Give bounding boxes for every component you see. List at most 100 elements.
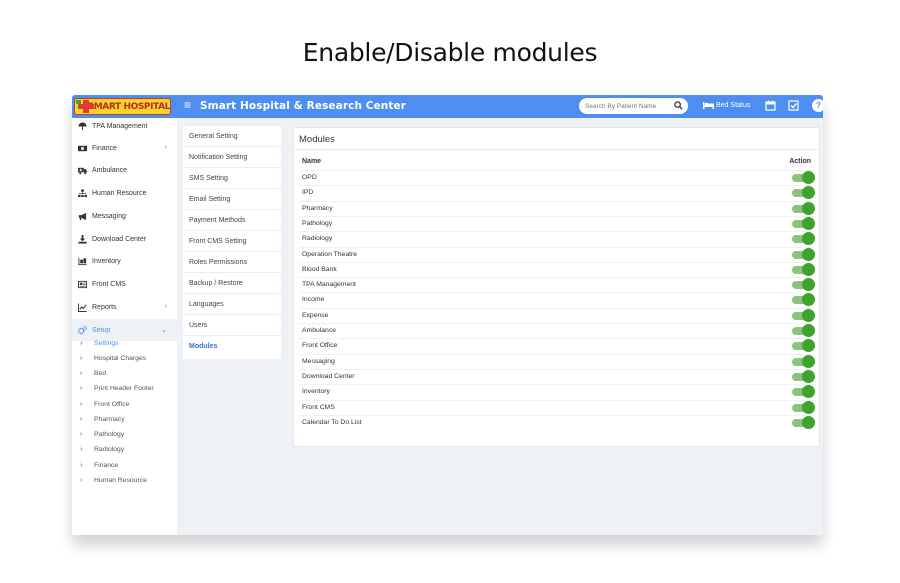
sidebar-item-download-center[interactable]: Download Center bbox=[72, 228, 177, 250]
settings-link-notification-setting[interactable]: Notification Setting bbox=[183, 147, 281, 168]
toggle-knob bbox=[802, 278, 815, 292]
settings-link-general-setting[interactable]: General Setting bbox=[183, 126, 281, 147]
sidebar-subitem-label: Human Resource bbox=[94, 477, 147, 484]
sidebar-subitem-label: Pathology bbox=[94, 431, 125, 438]
search-input[interactable] bbox=[585, 100, 669, 112]
app-logo[interactable]: SMART HOSPITAL bbox=[74, 98, 171, 115]
sidebar-subitem-pharmacy[interactable]: › Pharmacy bbox=[80, 412, 175, 427]
module-toggle[interactable] bbox=[792, 262, 816, 276]
sidebar-subitem-pathology[interactable]: › Pathology bbox=[80, 427, 175, 442]
module-toggle[interactable] bbox=[792, 415, 816, 429]
module-toggle[interactable] bbox=[792, 247, 816, 261]
money-icon bbox=[78, 145, 87, 151]
module-name: OPD bbox=[302, 174, 317, 181]
bed-icon bbox=[703, 102, 714, 109]
settings-link-roles-permissions[interactable]: Roles Permissions bbox=[183, 252, 281, 273]
table-row: Calendar To Do List bbox=[299, 414, 816, 430]
module-name: Expense bbox=[302, 311, 329, 319]
sidebar-item-human-resource[interactable]: Human Resource bbox=[72, 182, 177, 204]
sidebar-subitem-label: Bed bbox=[94, 370, 107, 377]
module-toggle[interactable] bbox=[792, 201, 816, 215]
module-toggle[interactable] bbox=[792, 400, 816, 414]
sidebar-subitem-finance[interactable]: › Finance bbox=[80, 458, 175, 473]
settings-link-backup-restore[interactable]: Backup / Restore bbox=[183, 273, 281, 294]
settings-link-modules[interactable]: Modules bbox=[183, 336, 281, 357]
module-toggle[interactable] bbox=[792, 354, 816, 368]
module-toggle[interactable] bbox=[792, 385, 816, 399]
hamburger-menu-icon[interactable]: ≡ bbox=[184, 98, 191, 112]
search-icon[interactable] bbox=[674, 101, 683, 110]
sidebar-item-label: Human Resource bbox=[92, 189, 147, 197]
table-row: Front Office bbox=[299, 338, 816, 353]
table-row: Blood Bank bbox=[299, 261, 816, 277]
sidebar-item-inventory[interactable]: Inventory bbox=[72, 250, 177, 272]
task-check-icon[interactable] bbox=[788, 100, 799, 111]
column-header-name: Name bbox=[302, 158, 322, 165]
table-row: Income bbox=[299, 292, 816, 307]
module-name: Download Center bbox=[302, 372, 355, 380]
toggle-knob bbox=[802, 308, 815, 322]
module-toggle[interactable] bbox=[792, 232, 816, 246]
module-toggle[interactable] bbox=[792, 171, 816, 184]
module-name: Radiology bbox=[302, 235, 333, 243]
module-toggle[interactable] bbox=[792, 278, 816, 292]
settings-link-email-setting[interactable]: Email Setting bbox=[183, 189, 281, 210]
sidebar-subitem-human-resource[interactable]: › Human Resource bbox=[80, 473, 175, 488]
sidebar-item-label: Front CMS bbox=[92, 280, 126, 288]
module-name: Inventory bbox=[302, 388, 330, 396]
table-row: Pathology bbox=[299, 215, 816, 231]
sidebar-subitem-label: Hospital Charges bbox=[94, 355, 147, 362]
chevron-left-icon: ‹ bbox=[164, 303, 167, 310]
table-row: OPD bbox=[299, 170, 816, 185]
toggle-knob bbox=[802, 232, 815, 246]
sidebar-subitem-bed[interactable]: › Bed bbox=[80, 366, 175, 381]
module-toggle[interactable] bbox=[792, 324, 816, 337]
table-row: Messaging bbox=[299, 353, 816, 369]
sidebar-subitem-label: Finance bbox=[94, 462, 119, 469]
sitemap-icon bbox=[78, 188, 87, 197]
column-header-action: Action bbox=[789, 158, 811, 165]
sidebar-subitem-label: Settings bbox=[94, 340, 119, 347]
toggle-knob bbox=[802, 385, 815, 399]
settings-link-sms-setting[interactable]: SMS Setting bbox=[183, 168, 281, 189]
bed-status-button[interactable]: Bed Status bbox=[703, 101, 750, 109]
sidebar-item-front-cms[interactable]: Front CMS bbox=[72, 273, 177, 295]
download-icon bbox=[78, 234, 87, 244]
settings-link-users[interactable]: Users bbox=[183, 315, 281, 336]
module-toggle[interactable] bbox=[792, 308, 816, 322]
module-toggle[interactable] bbox=[792, 186, 816, 200]
toggle-knob bbox=[802, 369, 815, 383]
settings-link-languages[interactable]: Languages bbox=[183, 294, 281, 315]
table-row: Pharmacy bbox=[299, 200, 816, 216]
page-heading: Enable/Disable modules bbox=[302, 38, 598, 67]
sidebar-item-finance[interactable]: Finance ‹ bbox=[72, 137, 177, 159]
sidebar-item-label: Inventory bbox=[92, 257, 121, 265]
module-toggle[interactable] bbox=[792, 216, 816, 230]
sidebar: TPA Management Finance ‹ Ambulance Human… bbox=[72, 118, 177, 535]
toggle-knob bbox=[802, 354, 815, 368]
calendar-icon[interactable] bbox=[765, 100, 776, 111]
sidebar-subitem-label: Radiology bbox=[94, 446, 125, 453]
module-name: TPA Management bbox=[302, 281, 356, 289]
sidebar-subitem-settings[interactable]: › Settings bbox=[80, 336, 175, 351]
sidebar-item-reports[interactable]: Reports ‹ bbox=[72, 296, 177, 318]
sidebar-subitem-hospital-charges[interactable]: › Hospital Charges bbox=[80, 351, 175, 366]
sidebar-item-messaging[interactable]: Messaging bbox=[72, 205, 177, 227]
module-toggle[interactable] bbox=[792, 293, 816, 307]
module-toggle[interactable] bbox=[792, 339, 816, 353]
chevron-right-icon: › bbox=[80, 462, 83, 469]
sidebar-subitem-print-header-footer[interactable]: › Print Header Footer bbox=[80, 381, 175, 396]
sidebar-item-ambulance[interactable]: Ambulance bbox=[72, 159, 177, 181]
settings-link-front-cms-setting[interactable]: Front CMS Setting bbox=[183, 231, 281, 252]
sidebar-item-tpa-management[interactable]: TPA Management bbox=[72, 115, 177, 137]
sidebar-item-label: Reports bbox=[92, 303, 117, 311]
module-toggle[interactable] bbox=[792, 369, 816, 383]
settings-link-payment-methods[interactable]: Payment Methods bbox=[183, 210, 281, 231]
sidebar-subitem-radiology[interactable]: › Radiology bbox=[80, 442, 175, 457]
chevron-right-icon: › bbox=[80, 431, 83, 438]
bullhorn-icon bbox=[78, 212, 87, 220]
sidebar-subitem-front-office[interactable]: › Front Office bbox=[80, 397, 175, 412]
toggle-knob bbox=[802, 324, 815, 337]
help-icon[interactable]: ? bbox=[812, 99, 823, 112]
module-name: Income bbox=[302, 296, 325, 304]
